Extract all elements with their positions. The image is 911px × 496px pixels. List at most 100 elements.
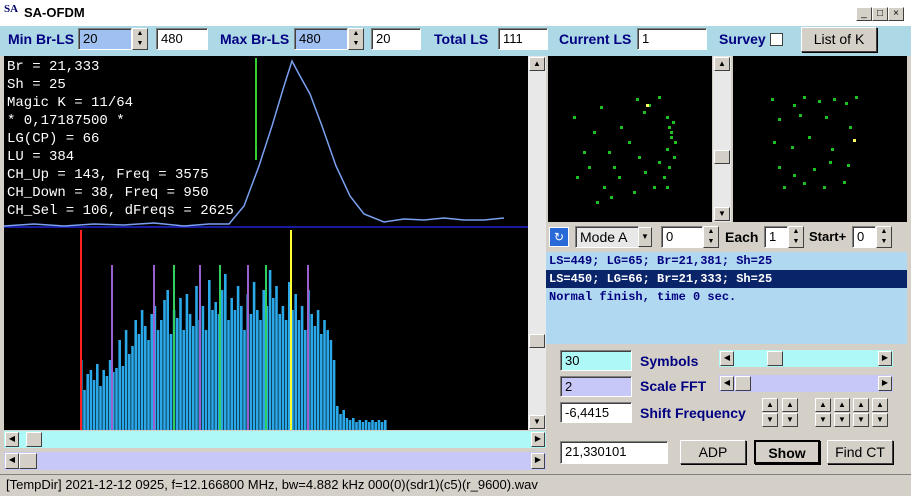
step-up-4[interactable]: ▲: [872, 398, 888, 412]
spectrum-bar: [131, 346, 134, 430]
refresh-icon[interactable]: ↻: [549, 227, 569, 247]
constellation-point: [829, 161, 832, 164]
time-hscroll[interactable]: [4, 452, 546, 470]
shift-up-fine[interactable]: ▲: [782, 398, 798, 412]
log-row[interactable]: Normal finish, time 0 sec.: [546, 288, 907, 306]
list-of-k-button[interactable]: List of K: [801, 27, 877, 52]
constellation-point: [666, 186, 669, 189]
scale-fft-input[interactable]: 2: [560, 376, 632, 397]
step-up-3[interactable]: ▲: [853, 398, 869, 412]
step-up-2[interactable]: ▲: [834, 398, 850, 412]
mode-dropdown-icon[interactable]: ▼: [638, 227, 652, 247]
constellation-scroll-up[interactable]: ▲: [714, 57, 730, 71]
survey-checkbox[interactable]: [770, 33, 783, 46]
log-row-selected[interactable]: LS=450; LG=66; Br=21,333; Sh=25: [546, 270, 907, 288]
scale-fft-slider-left[interactable]: ◀: [720, 376, 734, 391]
spectrum-scroll-thumb[interactable]: [529, 334, 545, 348]
symbols-input[interactable]: 30: [560, 350, 632, 371]
each-spinner[interactable]: ▲ ▼: [788, 226, 804, 248]
constellation-point: [596, 201, 599, 204]
spectrum-bar: [137, 334, 141, 430]
constellation-point: [803, 96, 806, 99]
window-title: SA-OFDM: [24, 5, 85, 20]
constellation-scroll-thumb[interactable]: [714, 150, 730, 164]
spectrum-bar: [201, 306, 205, 430]
spectrum-hscroll[interactable]: [4, 431, 546, 448]
spectrum-vscroll[interactable]: [528, 56, 546, 430]
spectrum-hscroll-left[interactable]: ◀: [5, 432, 19, 447]
stat-lu: LU = 384: [7, 149, 75, 165]
time-hscroll-right[interactable]: ▶: [531, 453, 545, 469]
constellation-point: [646, 104, 649, 107]
max-br-spinner[interactable]: ▲ ▼: [348, 28, 364, 50]
max-br-input[interactable]: 480: [294, 28, 348, 50]
close-button[interactable]: ×: [888, 7, 904, 21]
maximize-button[interactable]: □: [872, 7, 888, 21]
step-up-1[interactable]: ▲: [815, 398, 831, 412]
spectrum-bar: [140, 310, 144, 430]
shift-frequency-input[interactable]: -6,4415: [560, 402, 632, 423]
scale-fft-slider-right[interactable]: ▶: [878, 376, 892, 391]
find-ct-button[interactable]: Find CT: [827, 440, 893, 464]
symbols-slider-right[interactable]: ▶: [878, 351, 892, 366]
spectrum-bar: [278, 314, 281, 430]
spectrum-bar: [147, 340, 150, 430]
spectrum-scroll-up[interactable]: ▲: [529, 57, 545, 71]
symbols-slider-thumb[interactable]: [767, 351, 783, 366]
step-down-4[interactable]: ▼: [872, 413, 888, 427]
scale-fft-slider-thumb[interactable]: [735, 376, 751, 391]
step-down-2[interactable]: ▼: [834, 413, 850, 427]
start-spinner[interactable]: ▲ ▼: [876, 226, 892, 248]
spectrum-bar: [163, 300, 166, 430]
spectrum-hscroll-thumb[interactable]: [26, 432, 42, 447]
min-br-limit[interactable]: 480: [156, 28, 208, 50]
spectrum-bar: [102, 370, 105, 430]
step-down-3[interactable]: ▼: [853, 413, 869, 427]
show-button[interactable]: Show: [754, 440, 820, 464]
spectrum-bar: [371, 420, 374, 430]
max-br-limit[interactable]: 20: [371, 28, 421, 50]
constellation-right-points: [771, 96, 858, 189]
spectrum-bar: [320, 334, 323, 430]
shift-down-coarse[interactable]: ▼: [762, 413, 778, 427]
spectrum-bar: [336, 406, 339, 430]
minimize-button[interactable]: _: [856, 7, 872, 21]
time-hscroll-thumb[interactable]: [19, 453, 37, 469]
spectrum-hscroll-right[interactable]: ▶: [531, 432, 545, 447]
symbols-slider[interactable]: [719, 350, 893, 367]
constellation-scroll-down[interactable]: ▼: [714, 207, 730, 221]
spectrum-bar: [326, 330, 329, 430]
offset-input[interactable]: 0: [661, 226, 703, 248]
start-input[interactable]: 0: [852, 226, 876, 248]
spectrum-bar: [368, 422, 371, 430]
spectrum-bar: [185, 294, 189, 430]
mode-select[interactable]: Mode A: [575, 226, 639, 248]
results-log[interactable]: LS=449; LG=65; Br=21,381; Sh=25 LS=450; …: [546, 252, 907, 344]
shift-up-coarse[interactable]: ▲: [762, 398, 778, 412]
constellation-point: [674, 141, 677, 144]
constellation-vscroll[interactable]: [713, 56, 731, 222]
spectrum-bar: [176, 318, 179, 430]
spectrum-scroll-down[interactable]: ▼: [529, 415, 545, 429]
spectrum-bar: [211, 310, 214, 430]
stat-ch-sel: CH_Sel = 106, dFreqs = 2625: [7, 203, 234, 219]
constellation-point: [666, 116, 669, 119]
each-input[interactable]: 1: [764, 226, 788, 248]
min-br-input[interactable]: 20: [78, 28, 132, 50]
offset-spinner[interactable]: ▲ ▼: [703, 226, 719, 248]
spectrum-bar: [96, 364, 99, 430]
current-ls-field[interactable]: 1: [637, 28, 707, 50]
spectrum-bar: [332, 360, 336, 430]
shift-down-fine[interactable]: ▼: [782, 413, 798, 427]
symbols-slider-left[interactable]: ◀: [720, 351, 734, 366]
log-row[interactable]: LS=449; LG=65; Br=21,381; Sh=25: [546, 252, 907, 270]
time-hscroll-left[interactable]: ◀: [5, 453, 19, 469]
adp-button[interactable]: ADP: [680, 440, 746, 464]
total-ls-field[interactable]: 111: [498, 28, 548, 50]
step-down-1[interactable]: ▼: [815, 413, 831, 427]
spectrum-bar: [259, 320, 262, 430]
spectrum-bar: [86, 374, 89, 430]
spectrum-bar: [339, 414, 342, 430]
min-br-spinner[interactable]: ▲ ▼: [132, 28, 148, 50]
result-field[interactable]: 21,330101: [560, 441, 668, 464]
